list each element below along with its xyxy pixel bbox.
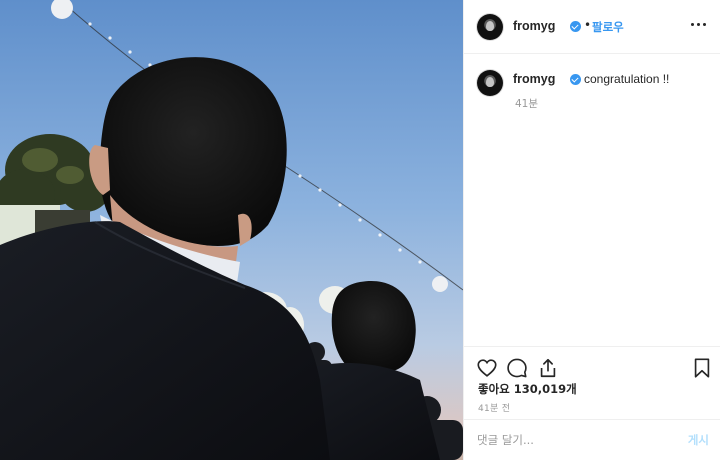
more-options-icon[interactable] (689, 14, 707, 34)
verified-badge-icon (570, 74, 581, 85)
author-username[interactable]: fromyg (513, 19, 555, 33)
wedding-photo-image (0, 0, 463, 460)
post-header: fromyg • 팔로우 (464, 0, 720, 54)
separator-dot: • (584, 18, 592, 32)
instagram-post-view: fromyg • 팔로우 fromyg congratulation !! 41… (0, 0, 720, 460)
verified-badge-icon (570, 21, 581, 32)
speech-bubble-icon[interactable] (506, 357, 528, 379)
comment-input[interactable] (477, 430, 667, 450)
bookmark-icon[interactable] (691, 357, 713, 379)
follow-button[interactable]: 팔로우 (592, 19, 624, 35)
post-photo[interactable] (0, 0, 463, 460)
post-comment-button[interactable]: 게시 (688, 432, 709, 448)
like-count[interactable]: 좋아요 130,019개 (478, 381, 577, 397)
comment-composer: 게시 (464, 419, 720, 460)
author-avatar[interactable] (477, 14, 503, 40)
caption-timestamp[interactable]: 41분 (515, 96, 538, 111)
caption-author-avatar[interactable] (477, 70, 503, 96)
share-icon[interactable] (537, 357, 559, 379)
post-timestamp[interactable]: 41분 전 (478, 401, 510, 414)
post-side-panel: fromyg • 팔로우 fromyg congratulation !! 41… (463, 0, 720, 460)
caption-text: congratulation !! (584, 72, 670, 86)
caption-username[interactable]: fromyg (513, 72, 555, 86)
heart-icon[interactable] (476, 357, 498, 379)
